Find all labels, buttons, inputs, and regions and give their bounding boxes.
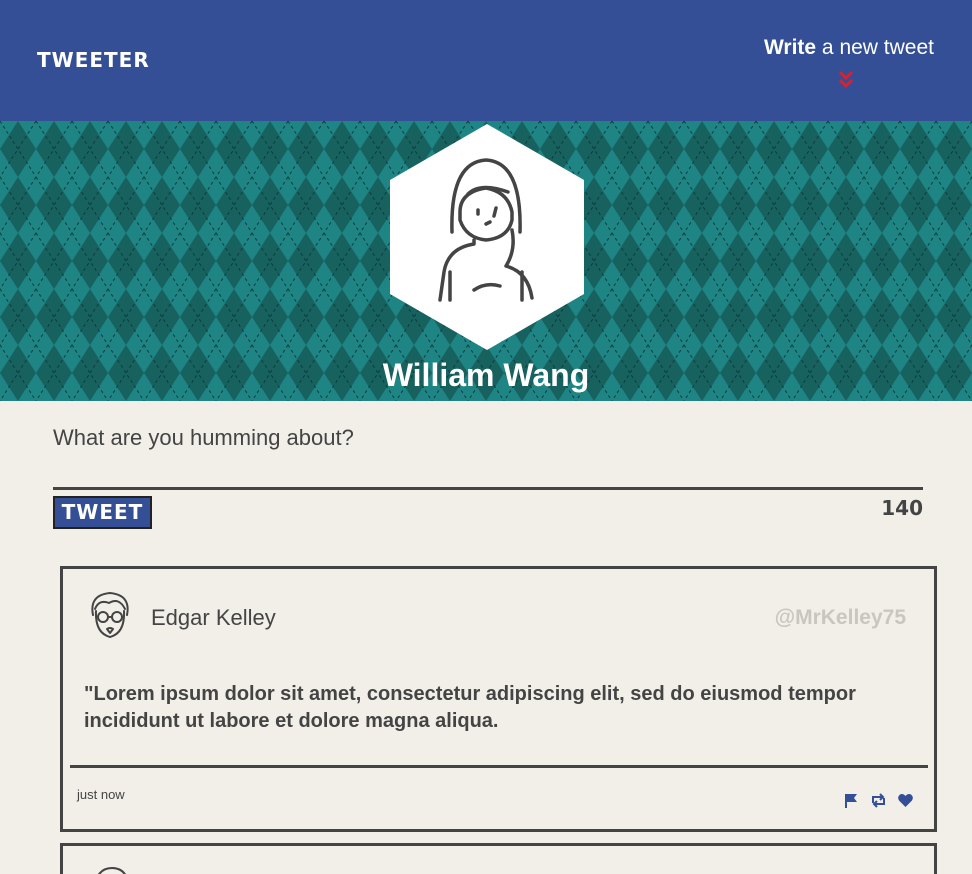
double-chevron-down-icon[interactable] xyxy=(834,68,858,92)
tweet-author-handle[interactable]: @MrKelley75 xyxy=(775,606,906,630)
compose-label-strong: Write xyxy=(763,36,817,59)
tweet-author-name[interactable]: Edgar Kelley xyxy=(151,605,276,631)
profile-name: William Wang xyxy=(382,357,590,393)
retweet-icon[interactable] xyxy=(870,792,887,809)
avatar-icon xyxy=(98,866,126,874)
composer-divider xyxy=(53,487,923,490)
character-counter: 140 xyxy=(881,496,923,520)
tweet-card: Edgar Kelley @MrKelley75 "Lorem ipsum do… xyxy=(60,566,937,832)
app-logo[interactable]: TWEETER xyxy=(37,48,150,72)
top-navbar: TWEETER Write a new tweet xyxy=(0,0,972,121)
tweet-timestamp: just now xyxy=(77,787,125,802)
glasses-man-avatar-icon xyxy=(91,592,129,638)
tweet-card xyxy=(60,843,937,874)
heart-icon[interactable] xyxy=(897,792,914,809)
tweet-actions xyxy=(843,792,914,809)
write-new-tweet-button[interactable]: Write a new tweet xyxy=(764,36,934,60)
tweet-input[interactable]: What are you humming about? xyxy=(53,425,923,459)
compose-label-rest: a new tweet xyxy=(816,36,934,59)
tweet-composer: What are you humming about? TWEET 140 xyxy=(53,425,923,529)
profile-avatar[interactable] xyxy=(388,122,586,352)
tweet-footer-divider xyxy=(70,765,928,768)
tweet-text: "Lorem ipsum dolor sit amet, consectetur… xyxy=(84,683,856,732)
tweet-submit-button[interactable]: TWEET xyxy=(53,496,152,529)
flag-icon[interactable] xyxy=(843,792,860,809)
